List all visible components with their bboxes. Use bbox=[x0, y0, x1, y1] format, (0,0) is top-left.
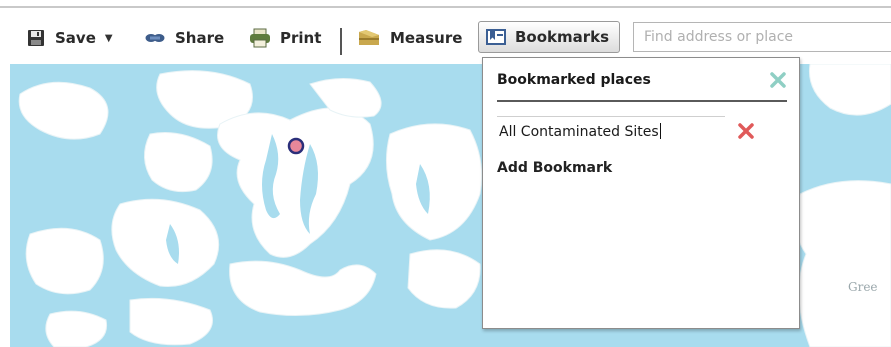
bookmark-icon bbox=[486, 29, 506, 45]
save-button[interactable]: Save ▼ bbox=[27, 25, 113, 51]
bookmarks-button[interactable]: Bookmarks bbox=[478, 21, 620, 53]
bookmark-item[interactable]: All Contaminated Sites bbox=[497, 116, 727, 145]
share-button[interactable]: Share bbox=[145, 25, 224, 51]
delete-icon[interactable] bbox=[738, 123, 754, 139]
measure-button[interactable]: Measure bbox=[358, 25, 462, 51]
map-place-label: Gree bbox=[848, 280, 878, 294]
printer-icon bbox=[250, 28, 270, 48]
map-location-marker bbox=[287, 137, 305, 155]
panel-title: Bookmarked places bbox=[497, 72, 651, 88]
bookmarks-panel: Bookmarked places All Contaminated Sites… bbox=[482, 57, 800, 329]
measure-label: Measure bbox=[390, 29, 463, 47]
print-button[interactable]: Print bbox=[249, 25, 321, 51]
top-border bbox=[0, 6, 891, 8]
save-label: Save bbox=[55, 29, 96, 47]
save-icon bbox=[28, 30, 44, 46]
panel-divider bbox=[497, 100, 787, 102]
print-label: Print bbox=[280, 29, 322, 47]
ruler-icon bbox=[359, 30, 379, 45]
share-label: Share bbox=[175, 29, 225, 47]
share-icon bbox=[145, 34, 165, 42]
row-divider bbox=[497, 116, 725, 117]
toolbar-divider bbox=[340, 28, 342, 55]
search-input[interactable] bbox=[633, 22, 891, 52]
bookmarks-label: Bookmarks bbox=[515, 28, 610, 46]
close-icon[interactable] bbox=[770, 72, 786, 88]
add-bookmark-link[interactable]: Add Bookmark bbox=[497, 160, 612, 176]
bookmark-item-label: All Contaminated Sites bbox=[499, 124, 659, 140]
chevron-down-icon[interactable]: ▼ bbox=[105, 33, 113, 44]
